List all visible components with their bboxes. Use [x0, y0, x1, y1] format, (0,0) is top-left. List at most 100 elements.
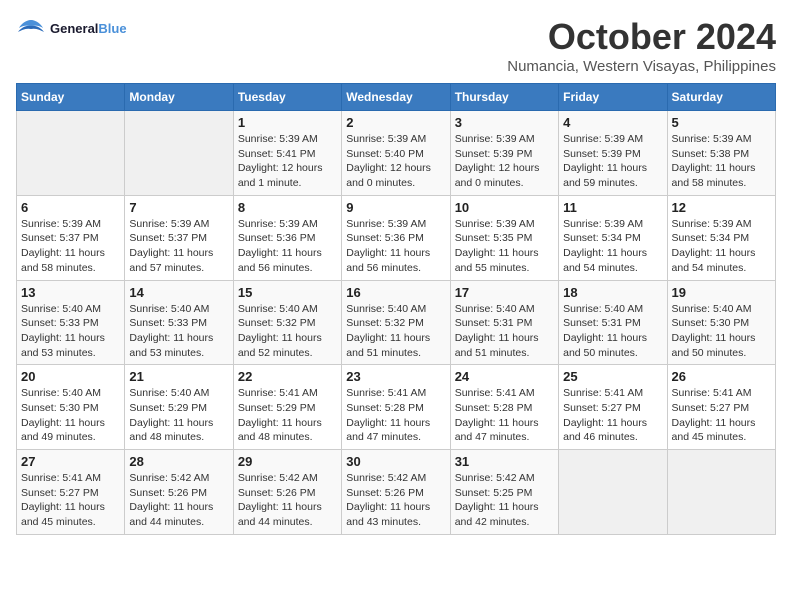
month-title: October 2024 — [507, 16, 776, 58]
weekday-header-tuesday: Tuesday — [233, 84, 341, 111]
cell-info: Sunrise: 5:39 AMSunset: 5:40 PMDaylight:… — [346, 132, 445, 191]
cell-day-number: 14 — [129, 285, 228, 300]
weekday-header-monday: Monday — [125, 84, 233, 111]
calendar-cell: 31 Sunrise: 5:42 AMSunset: 5:25 PMDayligh… — [450, 450, 558, 535]
cell-info: Sunrise: 5:39 AMSunset: 5:38 PMDaylight:… — [672, 132, 771, 191]
calendar-cell: 12Sunrise: 5:39 AMSunset: 5:34 PMDayligh… — [667, 195, 775, 280]
cell-info: Sunrise: 5:41 AMSunset: 5:28 PMDaylight:… — [455, 386, 554, 445]
calendar-cell: 6Sunrise: 5:39 AMSunset: 5:37 PMDaylight… — [17, 195, 125, 280]
cell-day-number: 16 — [346, 285, 445, 300]
cell-day-number: 6 — [21, 200, 120, 215]
cell-day-number: 26 — [672, 369, 771, 384]
cell-info: Sunrise: 5:39 AMSunset: 5:34 PMDaylight:… — [563, 217, 662, 276]
cell-info: Sunrise: 5:40 AMSunset: 5:30 PMDaylight:… — [672, 302, 771, 361]
cell-day-number: 25 — [563, 369, 662, 384]
calendar-cell: 11 Sunrise: 5:39 AMSunset: 5:34 PMDayligh… — [559, 195, 667, 280]
cell-day-number: 28 — [129, 454, 228, 469]
calendar-cell: 24 Sunrise: 5:41 AMSunset: 5:28 PMDayligh… — [450, 365, 558, 450]
calendar-cell: 26 Sunrise: 5:41 AMSunset: 5:27 PMDayligh… — [667, 365, 775, 450]
cell-info: Sunrise: 5:39 AMSunset: 5:36 PMDaylight:… — [238, 217, 337, 276]
cell-day-number: 22 — [238, 369, 337, 384]
calendar-cell: 4 Sunrise: 5:39 AMSunset: 5:39 PMDaylight… — [559, 111, 667, 196]
cell-info: Sunrise: 5:39 AMSunset: 5:36 PMDaylight:… — [346, 217, 445, 276]
calendar-cell: 17 Sunrise: 5:40 AMSunset: 5:31 PMDayligh… — [450, 280, 558, 365]
cell-info: Sunrise: 5:40 AMSunset: 5:32 PMDaylight:… — [346, 302, 445, 361]
calendar-cell: 30Sunrise: 5:42 AMSunset: 5:26 PMDayligh… — [342, 450, 450, 535]
calendar-cell: 9Sunrise: 5:39 AMSunset: 5:36 PMDaylight… — [342, 195, 450, 280]
cell-info: Sunrise: 5:41 AMSunset: 5:27 PMDaylight:… — [672, 386, 771, 445]
cell-day-number: 1 — [238, 115, 337, 130]
calendar-cell: 10 Sunrise: 5:39 AMSunset: 5:35 PMDayligh… — [450, 195, 558, 280]
calendar-cell: 28 Sunrise: 5:42 AMSunset: 5:26 PMDayligh… — [125, 450, 233, 535]
cell-info: Sunrise: 5:42 AMSunset: 5:26 PMDaylight:… — [129, 471, 228, 530]
calendar-cell: 20Sunrise: 5:40 AMSunset: 5:30 PMDayligh… — [17, 365, 125, 450]
calendar-cell: 13 Sunrise: 5:40 AMSunset: 5:33 PMDayligh… — [17, 280, 125, 365]
cell-day-number: 11 — [563, 200, 662, 215]
page-header: GeneralBlue October 2024 Numancia, Weste… — [16, 16, 776, 75]
calendar-cell: 22Sunrise: 5:41 AMSunset: 5:29 PMDayligh… — [233, 365, 341, 450]
cell-day-number: 3 — [455, 115, 554, 130]
cell-day-number: 21 — [129, 369, 228, 384]
cell-info: Sunrise: 5:39 AMSunset: 5:37 PMDaylight:… — [129, 217, 228, 276]
title-block: October 2024 Numancia, Western Visayas, … — [507, 16, 776, 75]
calendar-cell: 23Sunrise: 5:41 AMSunset: 5:28 PMDayligh… — [342, 365, 450, 450]
cell-info: Sunrise: 5:39 AMSunset: 5:39 PMDaylight:… — [563, 132, 662, 191]
calendar-cell: 15Sunrise: 5:40 AMSunset: 5:32 PMDayligh… — [233, 280, 341, 365]
logo-bird-icon — [16, 16, 46, 40]
weekday-header-friday: Friday — [559, 84, 667, 111]
week-row-1: 1 Sunrise: 5:39 AMSunset: 5:41 PMDaylight… — [17, 111, 776, 196]
cell-day-number: 31 — [455, 454, 554, 469]
calendar-cell — [559, 450, 667, 535]
weekday-header-thursday: Thursday — [450, 84, 558, 111]
calendar-cell: 19 Sunrise: 5:40 AMSunset: 5:30 PMDayligh… — [667, 280, 775, 365]
cell-day-number: 4 — [563, 115, 662, 130]
cell-day-number: 29 — [238, 454, 337, 469]
calendar-cell: 16 Sunrise: 5:40 AMSunset: 5:32 PMDayligh… — [342, 280, 450, 365]
cell-day-number: 5 — [672, 115, 771, 130]
cell-day-number: 8 — [238, 200, 337, 215]
cell-day-number: 13 — [21, 285, 120, 300]
calendar-cell — [17, 111, 125, 196]
calendar-cell: 7 Sunrise: 5:39 AMSunset: 5:37 PMDaylight… — [125, 195, 233, 280]
cell-day-number: 2 — [346, 115, 445, 130]
weekday-header-row: SundayMondayTuesdayWednesdayThursdayFrid… — [17, 84, 776, 111]
cell-day-number: 10 — [455, 200, 554, 215]
cell-info: Sunrise: 5:39 AMSunset: 5:41 PMDaylight:… — [238, 132, 337, 191]
cell-info: Sunrise: 5:41 AMSunset: 5:27 PMDaylight:… — [563, 386, 662, 445]
cell-day-number: 7 — [129, 200, 228, 215]
cell-info: Sunrise: 5:42 AMSunset: 5:26 PMDaylight:… — [238, 471, 337, 530]
cell-day-number: 20 — [21, 369, 120, 384]
calendar-cell: 1 Sunrise: 5:39 AMSunset: 5:41 PMDaylight… — [233, 111, 341, 196]
cell-info: Sunrise: 5:40 AMSunset: 5:33 PMDaylight:… — [129, 302, 228, 361]
calendar-cell: 8 Sunrise: 5:39 AMSunset: 5:36 PMDaylight… — [233, 195, 341, 280]
cell-info: Sunrise: 5:40 AMSunset: 5:31 PMDaylight:… — [455, 302, 554, 361]
cell-day-number: 15 — [238, 285, 337, 300]
cell-day-number: 24 — [455, 369, 554, 384]
cell-info: Sunrise: 5:42 AMSunset: 5:25 PMDaylight:… — [455, 471, 554, 530]
weekday-header-wednesday: Wednesday — [342, 84, 450, 111]
cell-day-number: 19 — [672, 285, 771, 300]
cell-info: Sunrise: 5:39 AMSunset: 5:34 PMDaylight:… — [672, 217, 771, 276]
calendar-cell — [125, 111, 233, 196]
calendar-cell: 3 Sunrise: 5:39 AMSunset: 5:39 PMDaylight… — [450, 111, 558, 196]
calendar-cell: 21 Sunrise: 5:40 AMSunset: 5:29 PMDayligh… — [125, 365, 233, 450]
calendar-cell: 5 Sunrise: 5:39 AMSunset: 5:38 PMDaylight… — [667, 111, 775, 196]
cell-info: Sunrise: 5:40 AMSunset: 5:33 PMDaylight:… — [21, 302, 120, 361]
calendar-cell: 2 Sunrise: 5:39 AMSunset: 5:40 PMDaylight… — [342, 111, 450, 196]
cell-info: Sunrise: 5:40 AMSunset: 5:31 PMDaylight:… — [563, 302, 662, 361]
cell-day-number: 23 — [346, 369, 445, 384]
week-row-3: 13 Sunrise: 5:40 AMSunset: 5:33 PMDayligh… — [17, 280, 776, 365]
cell-day-number: 18 — [563, 285, 662, 300]
logo: GeneralBlue — [16, 16, 127, 40]
cell-info: Sunrise: 5:41 AMSunset: 5:27 PMDaylight:… — [21, 471, 120, 530]
cell-day-number: 17 — [455, 285, 554, 300]
cell-info: Sunrise: 5:40 AMSunset: 5:29 PMDaylight:… — [129, 386, 228, 445]
calendar-cell: 29 Sunrise: 5:42 AMSunset: 5:26 PMDayligh… — [233, 450, 341, 535]
cell-info: Sunrise: 5:39 AMSunset: 5:39 PMDaylight:… — [455, 132, 554, 191]
cell-info: Sunrise: 5:39 AMSunset: 5:35 PMDaylight:… — [455, 217, 554, 276]
logo-text: GeneralBlue — [50, 21, 127, 36]
calendar-cell: 18 Sunrise: 5:40 AMSunset: 5:31 PMDayligh… — [559, 280, 667, 365]
calendar-cell: 27Sunrise: 5:41 AMSunset: 5:27 PMDayligh… — [17, 450, 125, 535]
calendar-cell: 14 Sunrise: 5:40 AMSunset: 5:33 PMDayligh… — [125, 280, 233, 365]
week-row-2: 6 Sunrise: 5:39 AMSunset: 5:37 PMDaylight… — [17, 195, 776, 280]
